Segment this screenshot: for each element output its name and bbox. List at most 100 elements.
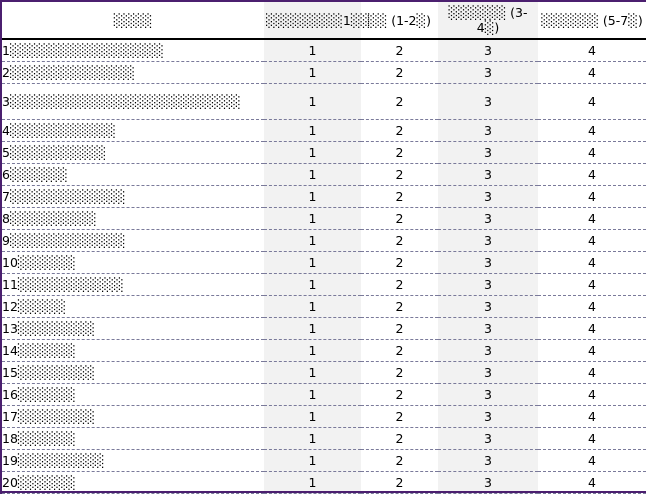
rating-option-2[interactable]: 2	[361, 383, 438, 406]
rating-option-4[interactable]: 4	[538, 83, 646, 120]
rating-option-3[interactable]: 3	[438, 295, 538, 318]
rating-option-3[interactable]: 3	[438, 405, 538, 428]
rating-option-1[interactable]: 1	[264, 39, 361, 62]
rating-option-1[interactable]: 1	[264, 83, 361, 120]
rating-option-2[interactable]: 2	[361, 361, 438, 384]
rating-option-1[interactable]: 1	[264, 317, 361, 340]
row-label: 11░░░░░░░░░░░	[2, 273, 264, 296]
table-row: 14░░░░░░ 1 2 3 4	[2, 339, 646, 362]
rating-option-2[interactable]: 2	[361, 339, 438, 362]
rating-option-1[interactable]: 1	[264, 295, 361, 318]
header-item: ░░░░	[2, 2, 264, 40]
rating-option-1[interactable]: 1	[264, 405, 361, 428]
rating-option-1[interactable]: 1	[264, 427, 361, 450]
rating-option-1[interactable]: 1	[264, 449, 361, 472]
row-label: 18░░░░░░	[2, 427, 264, 450]
rating-option-3[interactable]: 3	[438, 427, 538, 450]
table-row: 6░░░░░░ 1 2 3 4	[2, 163, 646, 186]
rating-option-1[interactable]: 1	[264, 251, 361, 274]
rating-option-3[interactable]: 3	[438, 339, 538, 362]
rating-option-4[interactable]: 4	[538, 361, 646, 384]
table-body: 1░░░░░░░░░░░░░░░░ 1 2 3 4 2░░░░░░░░░░░░░ 1 2 3 4 3…	[2, 39, 646, 494]
row-label: 16░░░░░░	[2, 383, 264, 406]
rating-option-1[interactable]: 1	[264, 119, 361, 142]
rating-option-3[interactable]: 3	[438, 383, 538, 406]
rating-option-3[interactable]: 3	[438, 163, 538, 186]
rating-option-3[interactable]: 3	[438, 251, 538, 274]
rating-option-1[interactable]: 1	[264, 229, 361, 252]
rating-option-4[interactable]: 4	[538, 141, 646, 164]
rating-option-4[interactable]: 4	[538, 317, 646, 340]
rating-option-3[interactable]: 3	[438, 83, 538, 120]
rating-option-2[interactable]: 2	[361, 449, 438, 472]
rating-option-4[interactable]: 4	[538, 251, 646, 274]
table-row: 19░░░░░░░░░ 1 2 3 4	[2, 449, 646, 472]
row-label: 2░░░░░░░░░░░░░	[2, 61, 264, 84]
rating-option-1[interactable]: 1	[264, 339, 361, 362]
row-label: 7░░░░░░░░░░░░	[2, 185, 264, 208]
rating-option-4[interactable]: 4	[538, 185, 646, 208]
row-label: 6░░░░░░	[2, 163, 264, 186]
rating-option-2[interactable]: 2	[361, 427, 438, 450]
rating-option-1[interactable]: 1	[264, 383, 361, 406]
table-row: 18░░░░░░ 1 2 3 4	[2, 427, 646, 450]
table-row: 1░░░░░░░░░░░░░░░░ 1 2 3 4	[2, 39, 646, 62]
rating-option-4[interactable]: 4	[538, 339, 646, 362]
rating-option-4[interactable]: 4	[538, 383, 646, 406]
rating-option-4[interactable]: 4	[538, 207, 646, 230]
rating-option-2[interactable]: 2	[361, 39, 438, 62]
rating-option-4[interactable]: 4	[538, 273, 646, 296]
rating-option-1[interactable]: 1	[264, 163, 361, 186]
rating-option-4[interactable]: 4	[538, 449, 646, 472]
rating-option-2[interactable]: 2	[361, 295, 438, 318]
rating-option-3[interactable]: 3	[438, 317, 538, 340]
rating-option-4[interactable]: 4	[538, 39, 646, 62]
rating-option-3[interactable]: 3	[438, 229, 538, 252]
rating-option-3[interactable]: 3	[438, 207, 538, 230]
table-row: 15░░░░░░░░ 1 2 3 4	[2, 361, 646, 384]
rating-option-3[interactable]: 3	[438, 361, 538, 384]
rating-option-3[interactable]: 3	[438, 449, 538, 472]
table-row: 10░░░░░░ 1 2 3 4	[2, 251, 646, 274]
rating-option-2[interactable]: 2	[361, 207, 438, 230]
header-never: ░░░░░░░░1░░	[264, 2, 370, 40]
rating-option-2[interactable]: 2	[361, 141, 438, 164]
rating-option-2[interactable]: 2	[361, 273, 438, 296]
rating-option-4[interactable]: 4	[538, 163, 646, 186]
header-often: ░░░░░░ (3-4░)	[438, 2, 538, 40]
rating-option-2[interactable]: 2	[361, 119, 438, 142]
rating-option-2[interactable]: 2	[361, 405, 438, 428]
rating-option-4[interactable]: 4	[538, 405, 646, 428]
row-label: 1░░░░░░░░░░░░░░░░	[2, 39, 264, 62]
rating-option-4[interactable]: 4	[538, 427, 646, 450]
row-label: 13░░░░░░░░	[2, 317, 264, 340]
rating-option-2[interactable]: 2	[361, 61, 438, 84]
rating-option-3[interactable]: 3	[438, 185, 538, 208]
rating-option-3[interactable]: 3	[438, 61, 538, 84]
row-label: 14░░░░░░	[2, 339, 264, 362]
rating-option-2[interactable]: 2	[361, 185, 438, 208]
rating-option-2[interactable]: 2	[361, 229, 438, 252]
rating-option-4[interactable]: 4	[538, 229, 646, 252]
rating-option-3[interactable]: 3	[438, 39, 538, 62]
rating-option-4[interactable]: 4	[538, 61, 646, 84]
rating-option-1[interactable]: 1	[264, 361, 361, 384]
rating-option-2[interactable]: 2	[361, 251, 438, 274]
rating-option-1[interactable]: 1	[264, 61, 361, 84]
rating-option-3[interactable]: 3	[438, 273, 538, 296]
table-row: 2░░░░░░░░░░░░░ 1 2 3 4	[2, 61, 646, 84]
rating-option-1[interactable]: 1	[264, 185, 361, 208]
rating-option-1[interactable]: 1	[264, 141, 361, 164]
rating-option-3[interactable]: 3	[438, 119, 538, 142]
rating-option-1[interactable]: 1	[264, 273, 361, 296]
table-row: 11░░░░░░░░░░░ 1 2 3 4	[2, 273, 646, 296]
table-row: 17░░░░░░░░ 1 2 3 4	[2, 405, 646, 428]
row-label: 19░░░░░░░░░	[2, 449, 264, 472]
rating-option-2[interactable]: 2	[361, 317, 438, 340]
rating-option-2[interactable]: 2	[361, 83, 438, 120]
rating-option-1[interactable]: 1	[264, 207, 361, 230]
rating-option-4[interactable]: 4	[538, 119, 646, 142]
rating-option-4[interactable]: 4	[538, 295, 646, 318]
rating-option-3[interactable]: 3	[438, 141, 538, 164]
rating-option-2[interactable]: 2	[361, 163, 438, 186]
